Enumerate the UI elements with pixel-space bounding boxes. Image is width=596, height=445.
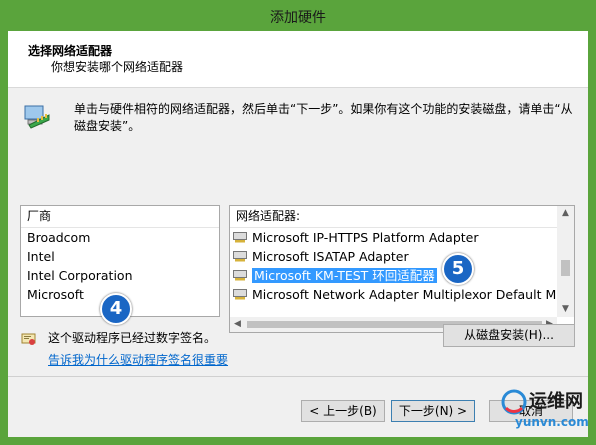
page-subtitle: 你想安装哪个网络适配器 — [51, 60, 184, 74]
adapter-icon — [233, 289, 247, 300]
have-disk-button[interactable]: 从磁盘安装(H)... — [443, 324, 575, 347]
add-hardware-window: 添加硬件 选择网络适配器 你想安装哪个网络适配器 单击与硬件相符的网络适配器，然… — [0, 0, 596, 445]
adapter-list[interactable]: 网络适配器: Microsoft IP-HTTPS Platform Adapt… — [229, 205, 575, 333]
adapter-item-label: Microsoft KM-TEST 环回适配器 — [252, 268, 437, 283]
step-badge-4: 4 — [100, 293, 132, 325]
signed-driver-icon — [21, 333, 36, 345]
watermark: 运维网 yunvn.com — [501, 387, 589, 435]
driver-signed-text: 这个驱动程序已经过数字签名。 — [48, 331, 217, 345]
wizard-header: 选择网络适配器 你想安装哪个网络适配器 — [8, 31, 588, 88]
manufacturer-item[interactable]: Broadcom — [21, 228, 219, 247]
footer-divider — [8, 376, 588, 377]
adapter-icon — [233, 232, 247, 243]
window-title: 添加硬件 — [270, 10, 326, 26]
scroll-up-arrow-icon[interactable]: ▲ — [557, 206, 574, 221]
watermark-text: 运维网 — [529, 391, 583, 412]
instructions-text: 单击与硬件相符的网络适配器，然后单击“下一步”。如果你有这个功能的安装磁盘，请单… — [74, 102, 573, 133]
adapter-item[interactable]: Microsoft Network Adapter Multiplexor De… — [230, 285, 574, 304]
adapter-item-selected[interactable]: Microsoft KM-TEST 环回适配器 — [230, 266, 574, 285]
driver-signing-help-link[interactable]: 告诉我为什么驱动程序签名很重要 — [48, 351, 228, 368]
back-button[interactable]: < 上一步(B) — [301, 400, 385, 422]
adapter-item-label: Microsoft ISATAP Adapter — [252, 249, 409, 264]
adapter-icon — [233, 270, 247, 281]
scroll-down-arrow-icon[interactable]: ▼ — [557, 302, 574, 317]
adapter-list-header: 网络适配器: — [230, 206, 574, 228]
adapter-item-label: Microsoft Network Adapter Multiplexor De… — [252, 287, 572, 302]
adapter-item[interactable]: Microsoft ISATAP Adapter — [230, 247, 574, 266]
adapter-item-label: Microsoft IP-HTTPS Platform Adapter — [252, 230, 479, 245]
adapter-icon — [233, 251, 247, 262]
watermark-url: yunvn.com — [515, 415, 589, 429]
step-badge-5: 5 — [442, 253, 474, 285]
manufacturer-item[interactable]: Intel — [21, 247, 219, 266]
title-bar[interactable]: 添加硬件 — [0, 0, 596, 31]
scroll-left-arrow-icon[interactable]: ◀ — [230, 317, 245, 332]
wizard-body: 选择网络适配器 你想安装哪个网络适配器 单击与硬件相符的网络适配器，然后单击“下… — [8, 31, 589, 437]
adapter-vertical-scrollbar[interactable]: ▲ ▼ — [557, 206, 574, 317]
page-title: 选择网络适配器 — [28, 44, 113, 58]
manufacturer-list-header: 厂商 — [21, 206, 219, 228]
watermark-logo-icon — [501, 389, 527, 415]
network-adapter-icon — [24, 105, 50, 129]
next-button[interactable]: 下一步(N) > — [391, 400, 475, 422]
scroll-thumb[interactable] — [561, 260, 570, 276]
manufacturer-item[interactable]: Intel Corporation — [21, 266, 219, 285]
adapter-item[interactable]: Microsoft IP-HTTPS Platform Adapter — [230, 228, 574, 247]
